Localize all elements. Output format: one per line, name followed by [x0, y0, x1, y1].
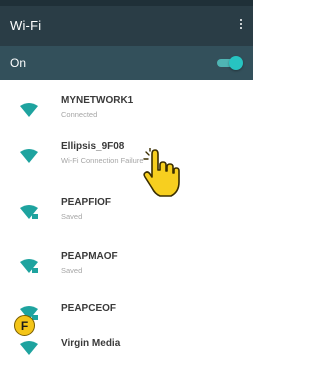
network-ssid: PEAPFIOF [61, 197, 112, 208]
wifi-lock-icon [20, 205, 38, 219]
network-item-ellipsis[interactable]: Ellipsis_9F08 Wi-Fi Connection Failure [0, 134, 253, 180]
wifi-toggle-switch[interactable] [217, 55, 243, 71]
network-item-mynetwork1[interactable]: MYNETWORK1 Connected [0, 88, 253, 134]
network-ssid: Virgin Media [61, 338, 121, 349]
toolbar: Wi-Fi [0, 6, 253, 46]
network-item-virgin-media[interactable]: Virgin Media [0, 328, 253, 374]
toggle-thumb [229, 56, 243, 70]
page-title: Wi-Fi [10, 18, 42, 33]
wifi-toggle-row[interactable]: On [0, 46, 253, 80]
more-vert-icon[interactable] [239, 17, 243, 35]
network-status: Saved [61, 212, 83, 221]
network-ssid: PEAPMAOF [61, 251, 118, 262]
wifi-signal-icon [20, 149, 38, 163]
network-list: MYNETWORK1 Connected Ellipsis_9F08 Wi-Fi… [0, 80, 253, 380]
wifi-signal-icon [20, 341, 38, 355]
network-ssid: MYNETWORK1 [61, 95, 134, 106]
pointer-hand-icon [143, 148, 180, 197]
annotation-badge: F [14, 315, 35, 336]
network-item-peapmaof[interactable]: PEAPMAOF Saved [0, 244, 253, 290]
wifi-toggle-label: On [10, 56, 27, 70]
network-ssid: PEAPCEOF [61, 303, 117, 314]
network-status: Saved [61, 266, 83, 275]
wifi-lock-icon [20, 259, 38, 273]
wifi-settings-screen: Wi-Fi On MYNETWORK1 Connected Ellipsis_9… [0, 0, 253, 380]
network-ssid: Ellipsis_9F08 [61, 141, 125, 152]
network-item-peapfiof[interactable]: PEAPFIOF Saved [0, 190, 253, 236]
wifi-signal-icon [20, 103, 38, 117]
network-status: Connected [61, 110, 98, 119]
network-status: Wi-Fi Connection Failure [61, 156, 144, 165]
